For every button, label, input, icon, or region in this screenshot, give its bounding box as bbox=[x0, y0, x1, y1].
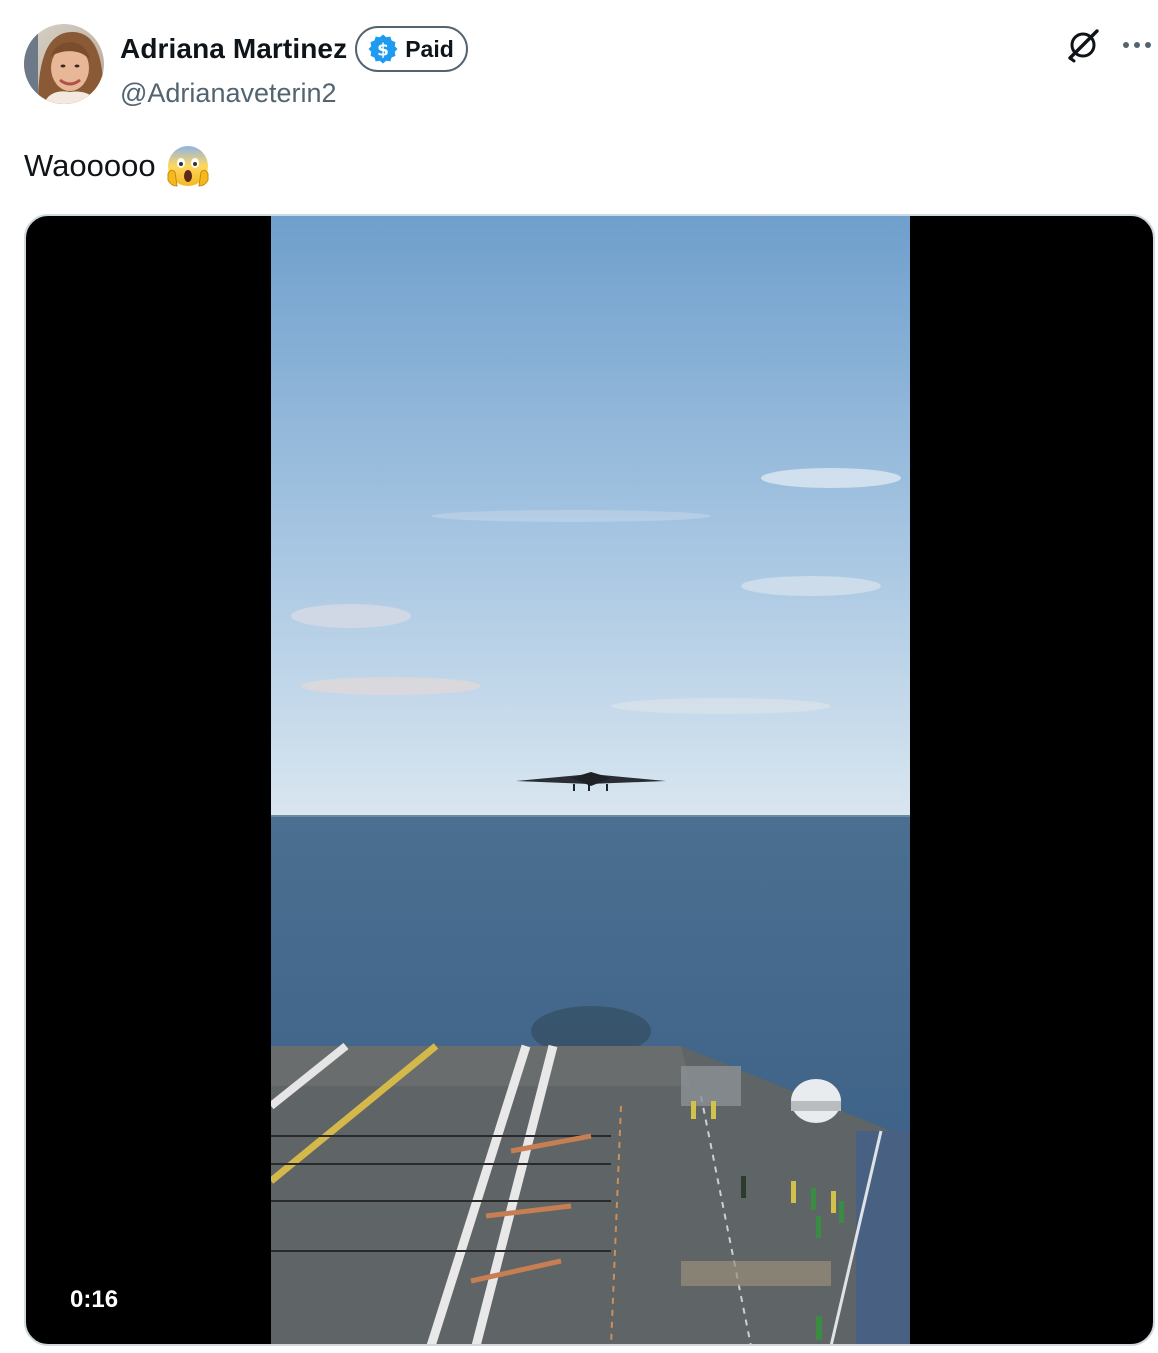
face-screaming-in-fear-emoji bbox=[167, 146, 209, 187]
name-row: Adriana Martinez $ Paid bbox=[120, 24, 468, 74]
svg-text:$: $ bbox=[377, 41, 389, 61]
more-icon[interactable] bbox=[1120, 30, 1154, 60]
tweet-body: Waooooo bbox=[24, 148, 156, 183]
tweet: Adriana Martinez $ Paid @Adrianaveterin2… bbox=[0, 0, 1158, 1353]
grok-icon[interactable] bbox=[1064, 26, 1102, 64]
user-handle[interactable]: @Adrianaveterin2 bbox=[120, 78, 337, 109]
dollar-icon: $ bbox=[368, 34, 398, 64]
paid-label: Paid bbox=[405, 35, 454, 62]
video-frame bbox=[271, 216, 910, 1344]
paid-badge[interactable]: $ Paid bbox=[355, 26, 468, 72]
tweet-text: Waooooo bbox=[24, 144, 210, 188]
avatar[interactable] bbox=[24, 24, 104, 104]
video-player[interactable]: 0:16 bbox=[24, 214, 1155, 1346]
video-duration: 0:16 bbox=[70, 1286, 119, 1313]
display-name[interactable]: Adriana Martinez bbox=[120, 33, 347, 65]
